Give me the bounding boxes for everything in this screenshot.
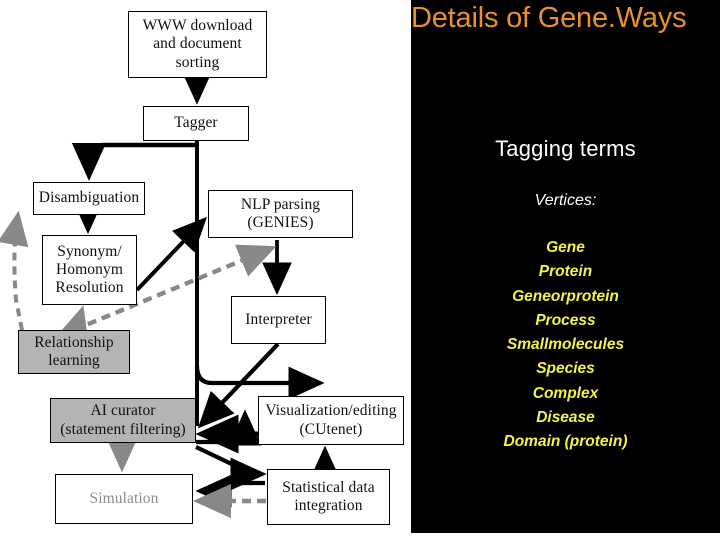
- vertices-list: Gene Protein Geneorprotein Process Smallmole…: [411, 236, 720, 454]
- flow-node-stat: Statistical data integration: [267, 469, 390, 525]
- flow-node-sim: Simulation: [55, 474, 193, 524]
- pipeline-diagram: WWW download and document sorting Tagger D…: [0, 0, 411, 540]
- flow-node-nlp: NLP parsing (GENIES): [208, 190, 353, 238]
- tagging-terms-heading: Tagging terms: [495, 136, 636, 161]
- vertex-item: Gene: [546, 239, 585, 256]
- flow-node-tagger: Tagger: [143, 106, 249, 141]
- flow-node-disamb: Disambiguation: [33, 182, 145, 215]
- vertex-item: Protein: [538, 263, 593, 281]
- vertex-item: Smallmolecules: [506, 336, 625, 353]
- flow-node-synhom: Synonym/ Homonym Resolution: [42, 235, 137, 305]
- page-title: Details of Gene.Ways: [411, 2, 687, 34]
- flow-node-aicur: AI curator (statement filtering): [50, 398, 196, 443]
- vertex-item: Disease: [536, 408, 595, 426]
- flow-node-rellearn: Relationship learning: [18, 330, 130, 374]
- flow-node-interp: Interpreter: [231, 296, 326, 344]
- vertex-item: Geneorprotein: [512, 287, 619, 305]
- flow-node-www: WWW download and document sorting: [128, 11, 267, 78]
- flow-node-vis: Visualization/editing (CUtenet): [258, 396, 404, 445]
- vertices-label: Vertices:: [534, 192, 597, 209]
- vertex-item: Domain (protein): [503, 433, 628, 450]
- vertex-item: Complex: [532, 384, 599, 402]
- slide-canvas: WWW download and document sorting Tagger D…: [0, 0, 720, 540]
- vertex-item: Process: [535, 311, 596, 329]
- vertex-item: Species: [536, 360, 595, 378]
- details-panel: Tagging terms Vertices: Gene Protein Geneo…: [411, 0, 720, 533]
